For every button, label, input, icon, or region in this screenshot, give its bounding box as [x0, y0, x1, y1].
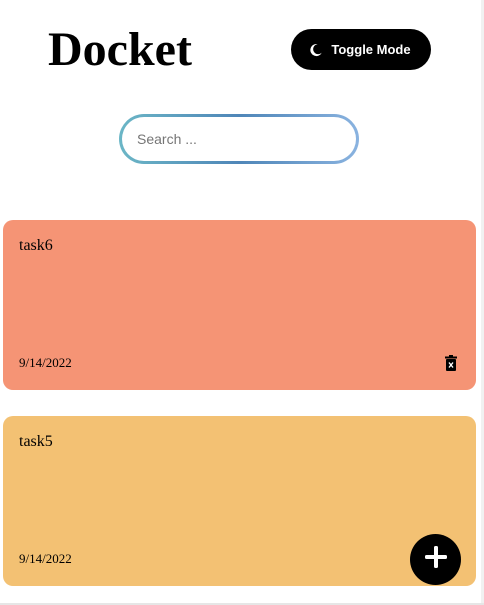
toggle-mode-button[interactable]: Toggle Mode: [291, 29, 431, 70]
note-date: 9/14/2022: [19, 551, 72, 566]
note-card[interactable]: task6 9/14/2022: [3, 220, 476, 390]
toggle-mode-label: Toggle Mode: [331, 42, 411, 57]
note-text: task5: [19, 433, 53, 450]
add-note-button[interactable]: [410, 534, 461, 585]
app-title: Docket: [48, 23, 192, 76]
note-text: task6: [19, 237, 53, 254]
moon-icon: [309, 43, 323, 57]
search-input[interactable]: [122, 117, 356, 161]
trash-icon[interactable]: [445, 355, 457, 371]
plus-icon: [423, 544, 449, 575]
note-card[interactable]: task5 9/14/2022: [3, 416, 476, 586]
note-date: 9/14/2022: [19, 355, 72, 370]
search-box: [119, 114, 359, 164]
